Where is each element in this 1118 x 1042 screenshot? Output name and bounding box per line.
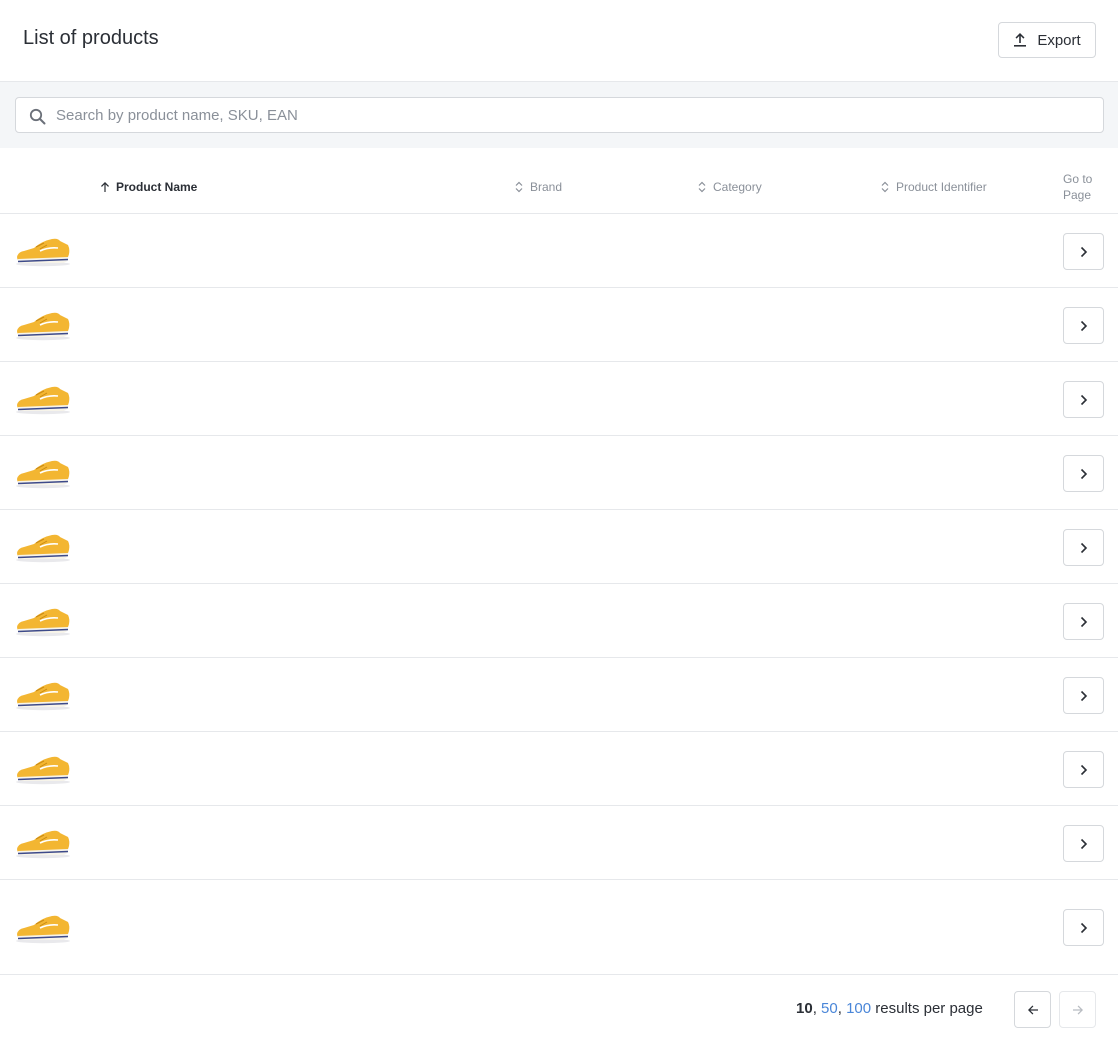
column-header-product-name[interactable]: Product Name <box>100 180 197 194</box>
go-to-page-button[interactable] <box>1063 381 1104 418</box>
product-thumbnail <box>14 677 72 713</box>
table-header: Product Name Brand Category Product Iden… <box>0 162 1118 214</box>
table-row <box>0 362 1118 436</box>
sort-icon <box>881 181 889 193</box>
per-page-option-10: 10 <box>796 1000 813 1017</box>
export-label: Export <box>1037 31 1081 49</box>
column-label: Brand <box>530 180 563 194</box>
product-thumbnail <box>14 307 72 343</box>
product-thumbnail <box>14 529 72 565</box>
chevron-right-icon <box>1080 394 1087 405</box>
search-bar <box>0 82 1118 148</box>
product-thumbnail <box>14 751 72 787</box>
pagination-footer: 10, 50, 100 results per page <box>0 975 1118 1042</box>
table-row <box>0 584 1118 658</box>
table-row <box>0 510 1118 584</box>
product-thumbnail <box>14 825 72 861</box>
chevron-right-icon <box>1080 468 1087 479</box>
chevron-right-icon <box>1080 542 1087 553</box>
go-to-page-button[interactable] <box>1063 455 1104 492</box>
go-to-page-button[interactable] <box>1063 603 1104 640</box>
page-header: List of products Export <box>0 0 1118 82</box>
go-to-page-button[interactable] <box>1063 233 1104 270</box>
table-row <box>0 436 1118 510</box>
column-label: Product Name <box>116 180 198 194</box>
column-label: Product Identifier <box>896 180 987 194</box>
chevron-right-icon <box>1080 838 1087 849</box>
arrow-left-icon <box>1027 1005 1038 1014</box>
previous-page-button[interactable] <box>1014 991 1051 1028</box>
arrow-right-icon <box>1072 1005 1083 1014</box>
table-row <box>0 288 1118 362</box>
chevron-right-icon <box>1080 922 1087 933</box>
per-page-option-50[interactable]: 50 <box>821 1000 838 1017</box>
sort-icon <box>515 181 523 193</box>
column-header-product-identifier[interactable]: Product Identifier <box>880 180 987 194</box>
table-row <box>0 732 1118 806</box>
chevron-right-icon <box>1080 246 1087 257</box>
column-label: Category <box>713 180 762 194</box>
product-thumbnail <box>14 603 72 639</box>
chevron-right-icon <box>1080 616 1087 627</box>
product-thumbnail <box>14 381 72 417</box>
per-page-separator: , <box>812 1000 817 1017</box>
table-row <box>0 658 1118 732</box>
go-to-page-button[interactable] <box>1063 751 1104 788</box>
column-header-category[interactable]: Category <box>697 180 762 194</box>
arrow-up-icon <box>101 182 109 192</box>
column-header-go-to-page: Go to Page <box>1063 172 1093 202</box>
upload-icon <box>1014 33 1027 47</box>
go-to-page-button[interactable] <box>1063 677 1104 714</box>
page-title: List of products <box>23 27 159 49</box>
chevron-right-icon <box>1080 320 1087 331</box>
search-icon <box>29 108 46 125</box>
export-button[interactable]: Export <box>998 22 1096 58</box>
table-row <box>0 214 1118 288</box>
table-row <box>0 806 1118 880</box>
go-to-page-button[interactable] <box>1063 529 1104 566</box>
per-page-option-100[interactable]: 100 <box>846 1000 871 1017</box>
chevron-right-icon <box>1080 690 1087 701</box>
table-row <box>0 880 1118 975</box>
column-header-brand[interactable]: Brand <box>514 180 562 194</box>
product-thumbnail <box>14 455 72 491</box>
per-page-separator: , <box>837 1000 842 1017</box>
product-thumbnail <box>14 910 72 946</box>
go-to-page-button[interactable] <box>1063 909 1104 946</box>
go-to-page-button[interactable] <box>1063 825 1104 862</box>
next-page-button[interactable] <box>1059 991 1096 1028</box>
go-to-page-button[interactable] <box>1063 307 1104 344</box>
search-input[interactable] <box>56 99 1096 131</box>
product-thumbnail <box>14 233 72 269</box>
chevron-right-icon <box>1080 764 1087 775</box>
per-page-suffix: results per page <box>875 1000 983 1017</box>
search-box <box>15 97 1104 133</box>
results-per-page: 10, 50, 100 results per page <box>796 1000 983 1017</box>
sort-icon <box>698 181 706 193</box>
